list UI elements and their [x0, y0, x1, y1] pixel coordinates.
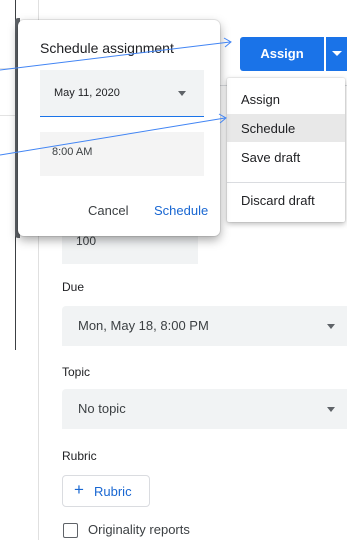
- menu-item-label: Schedule: [241, 121, 296, 136]
- menu-item-assign[interactable]: Assign: [227, 85, 345, 113]
- chevron-down-icon: [327, 324, 335, 329]
- menu-divider: [227, 182, 345, 183]
- left-panel: [0, 0, 16, 350]
- menu-item-label: Discard draft: [241, 193, 315, 208]
- schedule-button[interactable]: Schedule: [154, 203, 208, 218]
- topic-select[interactable]: No topic: [62, 389, 347, 429]
- time-value: 8:00 AM: [52, 146, 93, 158]
- assign-button[interactable]: Assign: [240, 37, 324, 71]
- divider: [0, 115, 15, 116]
- date-select[interactable]: May 11, 2020: [40, 70, 204, 117]
- divider: [0, 68, 15, 69]
- topic-value: No topic: [78, 401, 126, 416]
- points-value: 100: [76, 234, 97, 248]
- originality-checkbox[interactable]: [63, 523, 78, 538]
- menu-item-discard-draft[interactable]: Discard draft: [227, 186, 345, 214]
- menu-item-label: Save draft: [241, 150, 301, 165]
- plus-icon: +: [74, 480, 84, 499]
- dialog-title: Schedule assignment: [40, 40, 174, 56]
- assign-options-button[interactable]: [326, 37, 347, 71]
- cancel-button[interactable]: Cancel: [88, 203, 128, 218]
- menu-item-label: Assign: [241, 92, 281, 107]
- schedule-dialog: Schedule assignment May 11, 2020 8:00 AM…: [18, 20, 220, 236]
- topic-label: Topic: [62, 365, 91, 379]
- due-select[interactable]: Mon, May 18, 8:00 PM: [62, 306, 347, 346]
- rubric-label: Rubric: [62, 449, 97, 463]
- time-select[interactable]: 8:00 AM: [40, 132, 204, 176]
- assign-menu: Assign Schedule Save draft Discard draft: [227, 78, 345, 222]
- due-label: Due: [62, 280, 85, 294]
- rubric-button-label: Rubric: [94, 484, 132, 499]
- add-rubric-button[interactable]: + Rubric: [62, 475, 150, 507]
- date-value: May 11, 2020: [54, 87, 120, 99]
- menu-item-save-draft[interactable]: Save draft: [227, 143, 345, 171]
- due-value: Mon, May 18, 8:00 PM: [78, 318, 209, 333]
- chevron-down-icon: [332, 51, 342, 56]
- originality-label: Originality reports: [88, 522, 190, 537]
- chevron-down-icon: [327, 407, 335, 412]
- menu-item-schedule[interactable]: Schedule: [227, 114, 345, 142]
- chevron-down-icon: [178, 91, 186, 96]
